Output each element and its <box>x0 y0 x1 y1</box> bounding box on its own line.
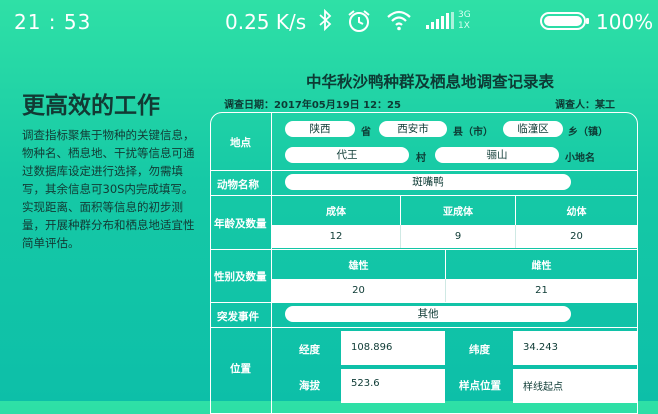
network-speed: 0.25 K/s <box>225 10 307 34</box>
age-header-juvenile: 幼体 <box>566 207 587 218</box>
sex-female-count[interactable]: 21 <box>446 285 637 296</box>
sample-label: 样点位置 <box>459 380 501 392</box>
event-label: 突发事件 <box>217 311 259 323</box>
event-field[interactable]: 其他 <box>285 306 571 322</box>
latitude-label: 纬度 <box>469 344 490 356</box>
signal-icon <box>426 12 456 34</box>
survey-form-table: 地点 陕西 省 西安市 县（市） 临潼区 乡（镇） 代王 村 骊山 小地名 动物… <box>210 112 638 414</box>
location-label: 地点 <box>230 137 251 149</box>
latitude-value: 34.243 <box>523 342 558 353</box>
district-field[interactable]: 临潼区 <box>503 121 563 137</box>
sex-header-female: 雌性 <box>531 261 552 272</box>
status-time: 21 : 53 <box>14 10 92 34</box>
altitude-value: 523.6 <box>351 378 380 389</box>
wifi-icon <box>386 9 412 35</box>
age-header-adult: 成体 <box>326 207 346 218</box>
animal-field[interactable]: 斑嘴鸭 <box>285 174 571 190</box>
alarm-icon <box>346 9 372 37</box>
village-field[interactable]: 代王 <box>285 147 409 163</box>
network-type: 3G 1X <box>458 10 471 31</box>
age-header-subadult: 亚成体 <box>443 207 473 218</box>
feature-paragraph: 实现距离、面积等信息的初步测量，开展种群分布和栖息地适宜性简单评估。 <box>22 200 195 250</box>
district-unit: 乡（镇） <box>568 127 608 138</box>
age-label: 年龄及数量 <box>214 218 267 230</box>
animal-label: 动物名称 <box>217 179 259 191</box>
survey-date: 调查日期：2017年05月19日 12：25 <box>224 100 401 111</box>
age-adult-count[interactable]: 12 <box>272 231 400 242</box>
surveyor: 调查人：某工 <box>555 100 615 111</box>
battery-icon <box>540 12 590 34</box>
place-unit: 小地名 <box>565 153 595 164</box>
status-bar: 21 : 53 0.25 K/s 3G 1X 100% <box>0 0 658 44</box>
city-field[interactable]: 西安市 <box>379 121 447 137</box>
altitude-label: 海拔 <box>299 380 320 392</box>
longitude-value: 108.896 <box>351 342 393 353</box>
sex-male-count[interactable]: 20 <box>272 285 445 296</box>
bluetooth-icon <box>318 8 332 35</box>
sex-header-male: 雄性 <box>348 261 369 272</box>
province-field[interactable]: 陕西 <box>285 121 355 137</box>
longitude-label: 经度 <box>299 344 320 356</box>
province-unit: 省 <box>361 127 371 138</box>
feature-title: 更高效的工作 <box>22 93 160 119</box>
place-field[interactable]: 骊山 <box>435 147 559 163</box>
city-unit: 县（市） <box>453 127 493 138</box>
village-unit: 村 <box>416 153 426 164</box>
position-label: 位置 <box>230 363 251 375</box>
feature-description: 调查指标聚焦于物种的关键信息，物种名、栖息地、干扰等信息可通过数据库设定进行选择… <box>22 126 202 252</box>
feature-paragraph: 调查指标聚焦于物种的关键信息，物种名、栖息地、干扰等信息可通过数据库设定进行选择… <box>22 128 195 196</box>
sex-label: 性别及数量 <box>214 271 267 283</box>
form-title: 中华秋沙鸭种群及栖息地调查记录表 <box>305 73 554 91</box>
battery-percent: 100% <box>596 10 654 34</box>
age-juvenile-count[interactable]: 20 <box>516 231 637 242</box>
sample-value: 样线起点 <box>523 382 563 393</box>
age-subadult-count[interactable]: 9 <box>401 231 515 242</box>
